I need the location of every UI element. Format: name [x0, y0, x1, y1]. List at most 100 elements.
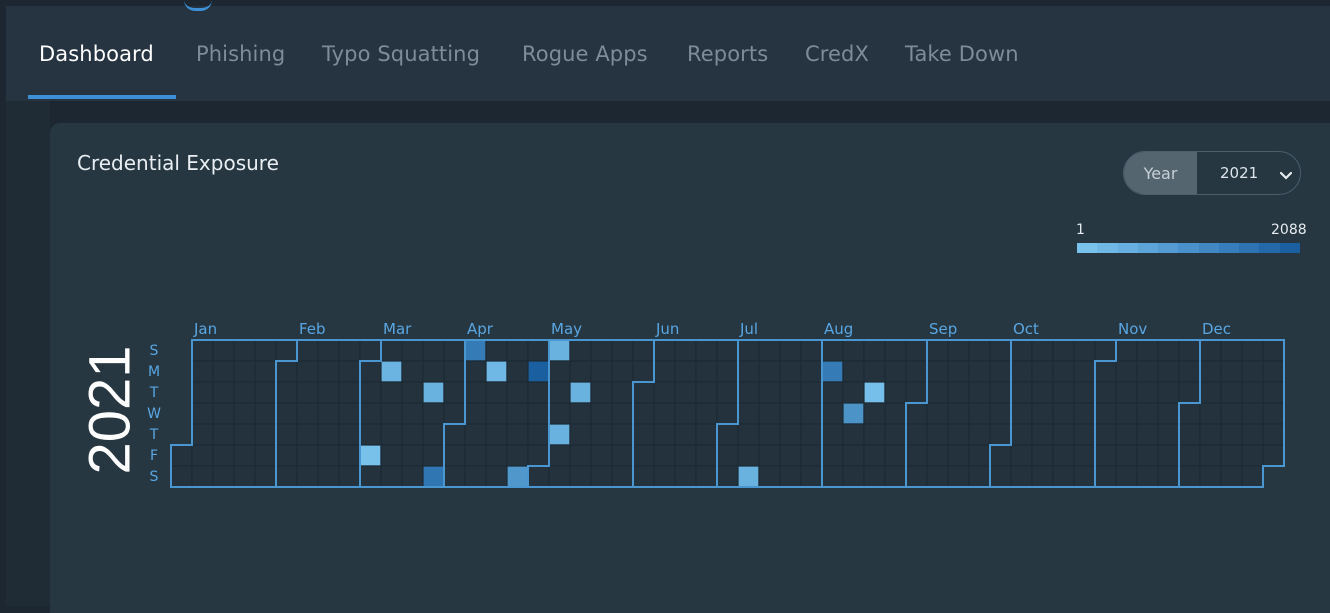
- heatmap-day-cell[interactable]: [1178, 444, 1201, 467]
- heatmap-day-cell[interactable]: [443, 360, 466, 383]
- heatmap-day-cell[interactable]: [317, 381, 340, 404]
- heatmap-day-cell[interactable]: [1115, 444, 1138, 467]
- heatmap-day-cell[interactable]: [275, 423, 298, 446]
- heatmap-day-cell[interactable]: [422, 360, 445, 383]
- heatmap-day-cell[interactable]: [947, 465, 970, 488]
- heatmap-day-cell[interactable]: [716, 444, 739, 467]
- heatmap-day-cell[interactable]: [191, 402, 214, 425]
- heatmap-day-cell[interactable]: [506, 381, 529, 404]
- heatmap-day-cell[interactable]: [548, 339, 571, 362]
- heatmap-day-cell[interactable]: [800, 465, 823, 488]
- heatmap-day-cell[interactable]: [1220, 465, 1243, 488]
- heatmap-day-cell[interactable]: [506, 444, 529, 467]
- heatmap-day-cell[interactable]: [233, 381, 256, 404]
- heatmap-day-cell[interactable]: [674, 402, 697, 425]
- heatmap-day-cell[interactable]: [1220, 423, 1243, 446]
- heatmap-day-cell[interactable]: [464, 444, 487, 467]
- heatmap-day-cell[interactable]: [380, 360, 403, 383]
- heatmap-day-cell[interactable]: [548, 444, 571, 467]
- heatmap-day-cell[interactable]: [968, 360, 991, 383]
- heatmap-day-cell[interactable]: [548, 360, 571, 383]
- heatmap-day-cell[interactable]: [1241, 423, 1264, 446]
- heatmap-day-cell[interactable]: [926, 465, 949, 488]
- heatmap-day-cell[interactable]: [1115, 465, 1138, 488]
- heatmap-day-cell[interactable]: [800, 339, 823, 362]
- heatmap-day-cell[interactable]: [233, 444, 256, 467]
- heatmap-day-cell[interactable]: [1220, 402, 1243, 425]
- heatmap-day-cell[interactable]: [527, 381, 550, 404]
- heatmap-day-cell[interactable]: [359, 444, 382, 467]
- heatmap-day-cell[interactable]: [506, 360, 529, 383]
- heatmap-day-cell[interactable]: [401, 381, 424, 404]
- heatmap-day-cell[interactable]: [1157, 339, 1180, 362]
- heatmap-day-cell[interactable]: [212, 423, 235, 446]
- heatmap-day-cell[interactable]: [821, 444, 844, 467]
- heatmap-day-cell[interactable]: [758, 402, 781, 425]
- heatmap-day-cell[interactable]: [863, 444, 886, 467]
- heatmap-day-cell[interactable]: [1010, 381, 1033, 404]
- heatmap-day-cell[interactable]: [464, 360, 487, 383]
- heatmap-day-cell[interactable]: [275, 402, 298, 425]
- heatmap-day-cell[interactable]: [1115, 360, 1138, 383]
- heatmap-day-cell[interactable]: [212, 339, 235, 362]
- heatmap-day-cell[interactable]: [716, 339, 739, 362]
- heatmap-day-cell[interactable]: [905, 339, 928, 362]
- heatmap-day-cell[interactable]: [695, 444, 718, 467]
- heatmap-day-cell[interactable]: [611, 402, 634, 425]
- heatmap-day-cell[interactable]: [1136, 465, 1159, 488]
- heatmap-day-cell[interactable]: [800, 444, 823, 467]
- heatmap-day-cell[interactable]: [674, 360, 697, 383]
- heatmap-day-cell[interactable]: [653, 360, 676, 383]
- heatmap-day-cell[interactable]: [800, 381, 823, 404]
- heatmap-day-cell[interactable]: [989, 381, 1012, 404]
- heatmap-day-cell[interactable]: [989, 465, 1012, 488]
- heatmap-day-cell[interactable]: [1052, 444, 1075, 467]
- heatmap-day-cell[interactable]: [443, 423, 466, 446]
- heatmap-day-cell[interactable]: [317, 402, 340, 425]
- heatmap-day-cell[interactable]: [1178, 360, 1201, 383]
- heatmap-day-cell[interactable]: [1073, 339, 1096, 362]
- heatmap-day-cell[interactable]: [863, 402, 886, 425]
- heatmap-day-cell[interactable]: [1199, 423, 1222, 446]
- heatmap-day-cell[interactable]: [800, 402, 823, 425]
- heatmap-day-cell[interactable]: [674, 444, 697, 467]
- heatmap-day-cell[interactable]: [1094, 402, 1117, 425]
- heatmap-day-cell[interactable]: [1136, 444, 1159, 467]
- heatmap-day-cell[interactable]: [1094, 444, 1117, 467]
- heatmap-day-cell[interactable]: [905, 444, 928, 467]
- heatmap-day-cell[interactable]: [1136, 360, 1159, 383]
- heatmap-day-cell[interactable]: [737, 423, 760, 446]
- heatmap-day-cell[interactable]: [1262, 402, 1285, 425]
- heatmap-day-cell[interactable]: [590, 381, 613, 404]
- heatmap-day-cell[interactable]: [737, 402, 760, 425]
- heatmap-day-cell[interactable]: [989, 423, 1012, 446]
- heatmap-day-cell[interactable]: [359, 423, 382, 446]
- heatmap-day-cell[interactable]: [548, 402, 571, 425]
- heatmap-day-cell[interactable]: [863, 423, 886, 446]
- heatmap-day-cell[interactable]: [1199, 402, 1222, 425]
- heatmap-day-cell[interactable]: [989, 339, 1012, 362]
- heatmap-day-cell[interactable]: [569, 444, 592, 467]
- heatmap-day-cell[interactable]: [989, 402, 1012, 425]
- heatmap-day-cell[interactable]: [359, 360, 382, 383]
- heatmap-day-cell[interactable]: [905, 360, 928, 383]
- heatmap-day-cell[interactable]: [254, 360, 277, 383]
- heatmap-day-cell[interactable]: [233, 402, 256, 425]
- heatmap-day-cell[interactable]: [1199, 444, 1222, 467]
- heatmap-day-cell[interactable]: [926, 423, 949, 446]
- heatmap-day-cell[interactable]: [821, 402, 844, 425]
- heatmap-day-cell[interactable]: [989, 444, 1012, 467]
- heatmap-day-cell[interactable]: [1052, 402, 1075, 425]
- heatmap-day-cell[interactable]: [380, 444, 403, 467]
- heatmap-day-cell[interactable]: [632, 360, 655, 383]
- heatmap-day-cell[interactable]: [1136, 402, 1159, 425]
- heatmap-day-cell[interactable]: [611, 381, 634, 404]
- heatmap-day-cell[interactable]: [317, 465, 340, 488]
- heatmap-day-cell[interactable]: [212, 360, 235, 383]
- heatmap-day-cell[interactable]: [485, 423, 508, 446]
- heatmap-day-cell[interactable]: [842, 402, 865, 425]
- heatmap-day-cell[interactable]: [1010, 423, 1033, 446]
- heatmap-day-cell[interactable]: [779, 402, 802, 425]
- heatmap-day-cell[interactable]: [863, 339, 886, 362]
- heatmap-day-cell[interactable]: [926, 444, 949, 467]
